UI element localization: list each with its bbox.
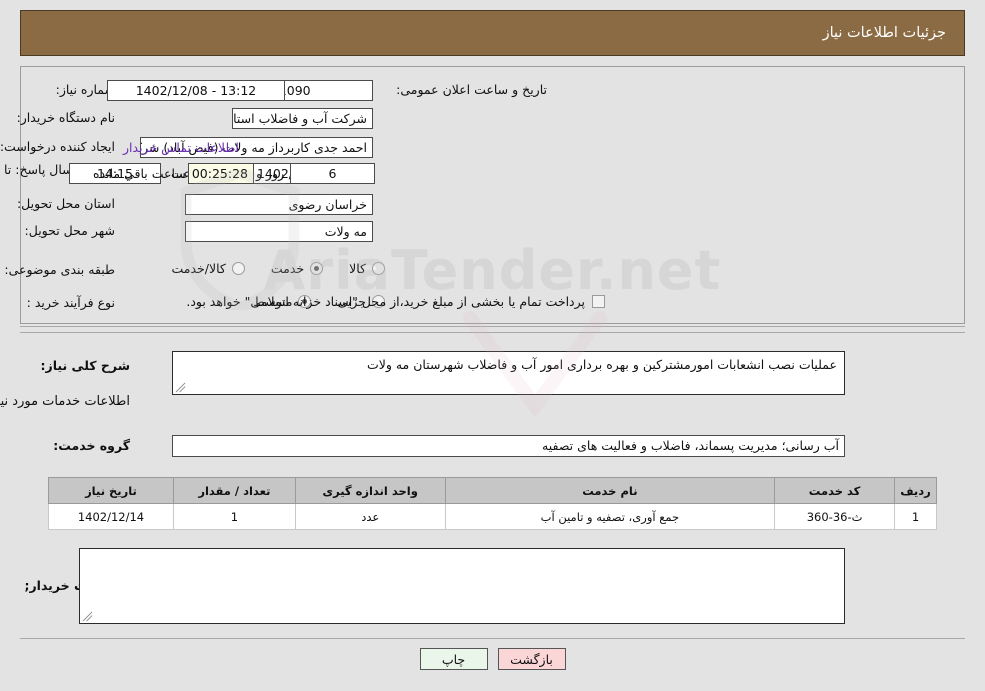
table-header-row: ردیف کد خدمت نام خدمت واحد اندازه گیری ت…: [48, 477, 937, 504]
treasury-checkbox-icon[interactable]: [592, 295, 605, 308]
th-date: تاریخ نیاز: [48, 477, 174, 504]
delivery-province-field[interactable]: خراسان رضوی: [185, 194, 373, 215]
cell-name: جمع آوری، تصفیه و تامین آب: [444, 503, 776, 530]
deadline-days-label: روز و: [256, 166, 285, 181]
announce-datetime-label: تاریخ و ساعت اعلان عمومی:: [396, 82, 547, 97]
th-code: کد خدمت: [774, 477, 896, 504]
radio-option-khedmat[interactable]: خدمت: [270, 261, 324, 276]
th-qty: تعداد / مقدار: [172, 477, 296, 504]
buyer-org-field[interactable]: شرکت آب و فاضلاب استان خراسان رضوی: [232, 108, 373, 129]
cell-qty: 1: [172, 503, 296, 530]
button-bar: بازگشت چاپ: [0, 648, 985, 670]
th-name: نام خدمت: [444, 477, 776, 504]
purchase-type-label-wrap: نوع فرآیند خرید :: [27, 295, 115, 310]
buyer-org-label-wrap: نام دستگاه خریدار:: [17, 110, 115, 125]
th-unit: واحد اندازه گیری: [294, 477, 446, 504]
subject-class-options: کالا خدمت کالا/خدمت: [171, 261, 385, 276]
requester-label: ایجاد کننده درخواست:: [0, 139, 115, 154]
subject-class-label-wrap: طبقه بندی موضوعی:: [4, 262, 115, 277]
purchase-type-label: نوع فرآیند خرید :: [26, 295, 115, 310]
countdown-timer-field: 00:25:28: [188, 163, 254, 184]
page-root: جزئیات اطلاعات نیاز شماره نیاز: 11020014…: [0, 0, 985, 691]
page-title: جزئیات اطلاعات نیاز: [822, 25, 946, 41]
subject-class-label: طبقه بندی موضوعی:: [4, 262, 115, 277]
delivery-city-field[interactable]: مه ولات: [185, 221, 373, 242]
back-button[interactable]: بازگشت: [497, 648, 566, 670]
treasury-checkbox-wrap[interactable]: پرداخت تمام یا بخشی از مبلغ خرید،از محل …: [186, 294, 605, 309]
print-button[interactable]: چاپ: [419, 648, 488, 670]
treasury-checkbox-label: پرداخت تمام یا بخشی از مبلغ خرید،از محل …: [186, 294, 585, 309]
radio-kala-icon[interactable]: [372, 262, 385, 275]
resize-handle-icon[interactable]: [82, 611, 93, 622]
resize-handle-icon[interactable]: [175, 382, 186, 393]
buyer-org-label: نام دستگاه خریدار:: [16, 110, 115, 125]
requester-label-wrap: ایجاد کننده درخواست:: [0, 139, 115, 154]
cell-unit: عدد: [294, 503, 446, 530]
table-row: 1 ث-36-360 جمع آوری، تصفیه و تامین آب عد…: [48, 503, 937, 530]
cell-date: 1402/12/14: [48, 503, 174, 530]
announce-datetime-field[interactable]: 13:12 - 1402/12/08: [107, 80, 285, 101]
need-description-label: شرح کلی نیاز:: [40, 358, 130, 373]
cell-radif: 1: [894, 503, 937, 530]
service-group-label: گروه خدمت:: [53, 438, 130, 453]
service-group-field[interactable]: آب رسانی؛ مدیریت پسماند، فاضلاب و فعالیت…: [172, 435, 845, 457]
services-table: ردیف کد خدمت نام خدمت واحد اندازه گیری ت…: [48, 477, 937, 530]
services-section-title: اطلاعات خدمات مورد نیاز: [0, 394, 130, 409]
divider-top-2: [20, 332, 965, 333]
delivery-city-label: شهر محل تحویل:: [24, 223, 115, 238]
page-header: جزئیات اطلاعات نیاز: [20, 10, 965, 56]
deadline-days-field[interactable]: 6: [290, 163, 375, 184]
delivery-province-label: استان محل تحویل:: [16, 196, 115, 211]
divider-top: [20, 326, 965, 327]
remaining-time-label: ساعت باقي مانده: [93, 166, 186, 181]
announce-datetime-label-wrap: تاریخ و ساعت اعلان عمومی:: [396, 82, 547, 97]
cell-code: ث-36-360: [774, 503, 896, 530]
need-description-text: عملیات نصب انشعابات امورمشترکین و بهره ب…: [366, 357, 837, 372]
province-label-wrap: استان محل تحویل:: [17, 196, 115, 211]
city-label-wrap: شهر محل تحویل:: [25, 223, 115, 238]
divider-bottom: [20, 638, 965, 639]
radio-khedmat-label: خدمت: [270, 261, 305, 276]
radio-option-kala[interactable]: کالا: [349, 261, 385, 276]
need-description-box[interactable]: عملیات نصب انشعابات امورمشترکین و بهره ب…: [172, 351, 845, 395]
buyer-contact-link[interactable]: اطلاعات تماس خریدار: [123, 140, 239, 155]
th-radif: ردیف: [894, 477, 937, 504]
radio-option-kala-khedmat[interactable]: کالا/خدمت: [171, 261, 245, 276]
radio-khedmat-icon[interactable]: [310, 262, 324, 275]
radio-kala-khedmat-icon[interactable]: [231, 262, 245, 275]
radio-kala-label: کالا: [349, 261, 366, 276]
need-info-panel: [20, 66, 965, 324]
buyer-notes-textarea[interactable]: [79, 548, 845, 624]
radio-kala-khedmat-label: کالا/خدمت: [171, 261, 226, 276]
